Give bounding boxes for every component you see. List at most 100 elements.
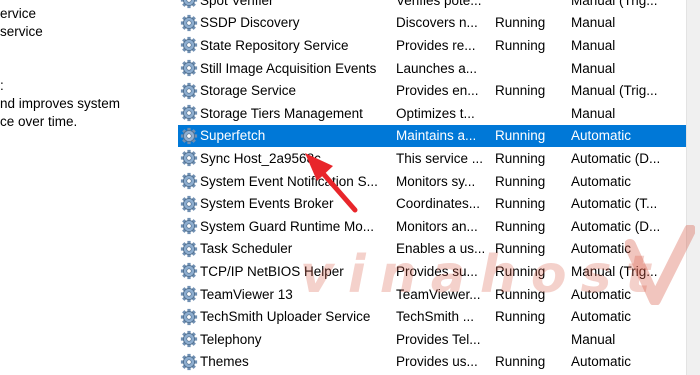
service-description-panel: ervice service : nd improves system ce o…: [0, 0, 170, 375]
gear-icon: [178, 12, 200, 35]
service-row[interactable]: Task Scheduler Enables a us... Running Auto…: [170, 238, 700, 261]
services-list: Spot Verifier Verifies pote... Manual (Tri…: [170, 0, 700, 375]
service-name: System Guard Runtime Mo...: [200, 218, 375, 234]
service-description: Provides en...: [396, 83, 479, 99]
service-description: Maintains a...: [396, 128, 477, 144]
description-line: ervice: [0, 6, 37, 21]
service-name: SSDP Discovery: [200, 15, 300, 31]
service-row[interactable]: System Event Notification S... Monitors s…: [170, 170, 700, 193]
service-description: TeamViewer...: [396, 286, 481, 302]
service-description: Monitors sy...: [396, 173, 476, 189]
service-startup-type: Automatic: [571, 286, 632, 302]
service-name: System Event Notification S...: [200, 173, 378, 189]
service-name: Still Image Acquisition Events: [200, 60, 377, 76]
gear-icon: [178, 351, 200, 374]
service-description: Provides re...: [396, 37, 476, 53]
gear-icon: [178, 192, 200, 215]
service-status: Running: [495, 83, 546, 99]
service-status: Running: [495, 286, 546, 302]
service-status: [495, 328, 570, 351]
service-startup-type: Automatic (D...: [571, 150, 661, 166]
service-name: Themes: [200, 354, 249, 370]
gear-icon: [178, 170, 200, 193]
gear-icon: [178, 57, 200, 80]
description-line: nd improves system: [0, 96, 121, 111]
service-description: Optimizes t...: [396, 105, 475, 121]
service-description: Provides us...: [396, 354, 478, 370]
service-startup-type: Automatic: [571, 128, 632, 144]
service-description: Launches a...: [396, 60, 478, 76]
service-startup-type: Manual (Trig...: [571, 263, 658, 279]
service-row[interactable]: TCP/IP NetBIOS Helper Provides su... Runni…: [170, 260, 700, 283]
service-name: Storage Service: [200, 83, 297, 99]
gear-icon: [178, 125, 200, 148]
service-status: Running: [495, 354, 546, 370]
service-status: Running: [495, 218, 546, 234]
service-row[interactable]: Still Image Acquisition Events Launches a…: [170, 57, 700, 80]
service-startup-type: Manual: [571, 60, 616, 76]
service-row[interactable]: Storage Tiers Management Optimizes t... Ma…: [170, 102, 700, 125]
service-name: Telephony: [200, 331, 262, 347]
service-name: State Repository Service: [200, 37, 349, 53]
gear-icon: [178, 238, 200, 261]
service-row[interactable]: TechSmith Uploader Service TechSmith ... R…: [170, 305, 700, 328]
gear-icon: [178, 283, 200, 306]
service-name: TCP/IP NetBIOS Helper: [200, 263, 344, 279]
service-startup-type: Automatic: [571, 173, 632, 189]
service-row[interactable]: TeamViewer 13 TeamViewer... Running Automat…: [170, 283, 700, 306]
service-description: Coordinates...: [396, 196, 481, 212]
service-row[interactable]: Superfetch Maintains a... Running Automatic: [178, 124, 700, 148]
gear-icon: [178, 34, 200, 57]
service-startup-type: Automatic: [571, 241, 632, 257]
service-description: Enables a us...: [396, 241, 486, 257]
service-status: Running: [495, 128, 546, 144]
service-startup-type: Automatic (T...: [571, 196, 658, 212]
service-name: System Events Broker: [200, 196, 334, 212]
service-status: Running: [495, 173, 546, 189]
service-status: [495, 102, 570, 125]
service-row[interactable]: State Repository Service Provides re... Ru…: [170, 34, 700, 57]
gear-icon: [178, 79, 200, 102]
service-startup-type: Automatic: [571, 309, 632, 325]
service-name: TeamViewer 13: [200, 286, 293, 302]
gear-icon: [178, 147, 200, 170]
service-status: [495, 0, 570, 12]
service-description: This service ...: [396, 150, 484, 166]
service-name: Sync Host_2a9568c: [200, 150, 321, 166]
description-line: service: [0, 24, 43, 39]
service-description: Verifies pote...: [396, 0, 482, 8]
service-row[interactable]: Sync Host_2a9568c This service ... Running…: [170, 147, 700, 170]
service-name: Task Scheduler: [200, 241, 293, 257]
service-status: Running: [495, 15, 546, 31]
vertical-scrollbar[interactable]: [686, 0, 700, 375]
service-row[interactable]: Spot Verifier Verifies pote... Manual (Tri…: [170, 0, 700, 12]
service-row[interactable]: Storage Service Provides en... Running Manu…: [170, 79, 700, 102]
service-status: Running: [495, 241, 546, 257]
service-row[interactable]: Themes Provides us... Running Automatic: [170, 351, 700, 374]
service-startup-type: Automatic (D...: [571, 218, 661, 234]
service-description: Monitors an...: [396, 218, 478, 234]
service-name: TechSmith Uploader Service: [200, 309, 371, 325]
service-startup-type: Manual: [571, 15, 616, 31]
service-startup-type: Automatic: [571, 354, 632, 370]
service-row[interactable]: System Guard Runtime Mo... Monitors an...…: [170, 215, 700, 238]
service-name: Storage Tiers Management: [200, 105, 363, 121]
gear-icon: [178, 305, 200, 328]
service-startup-type: Manual: [571, 331, 616, 347]
service-row[interactable]: System Events Broker Coordinates... Runnin…: [170, 192, 700, 215]
service-status: Running: [495, 263, 546, 279]
service-status: Running: [495, 37, 546, 53]
service-row[interactable]: Telephony Provides Tel... Manual: [170, 328, 700, 351]
gear-icon: [178, 260, 200, 283]
service-description: TechSmith ...: [396, 309, 475, 325]
service-description: Provides su...: [396, 263, 478, 279]
gear-icon: [178, 102, 200, 125]
service-row[interactable]: SSDP Discovery Discovers n... Running Manua…: [170, 12, 700, 35]
gear-icon: [178, 328, 200, 351]
service-description: Provides Tel...: [396, 331, 481, 347]
service-description: Discovers n...: [396, 15, 478, 31]
service-startup-type: Manual: [571, 105, 616, 121]
service-status: Running: [495, 309, 546, 325]
description-line: :: [0, 78, 4, 93]
gear-icon: [178, 215, 200, 238]
